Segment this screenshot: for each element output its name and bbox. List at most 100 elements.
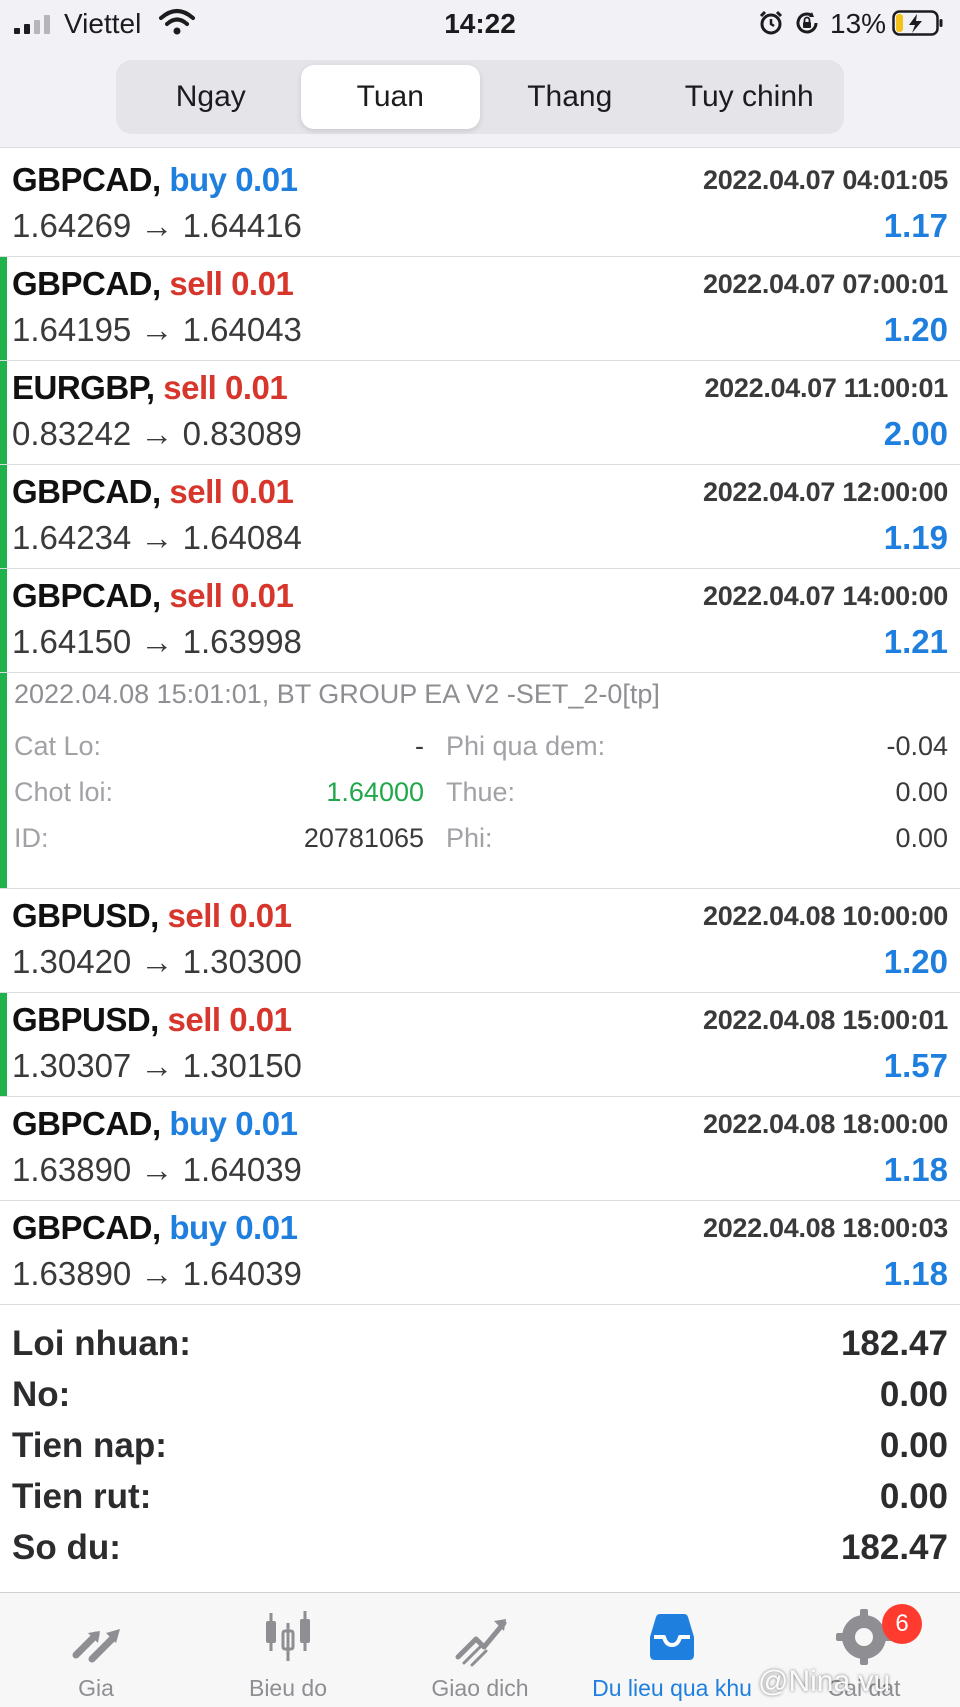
trade-title: GBPCAD, buy 0.01 (12, 1209, 298, 1247)
trade-side: sell 0.01 (167, 1001, 292, 1038)
summary-label: Loi nhuan: (12, 1324, 191, 1363)
trade-row[interactable]: GBPCAD, buy 0.01 2022.04.07 04:01:05 1.642… (0, 153, 960, 257)
summary-row: So du: 182.47 (0, 1524, 960, 1575)
tab-thang[interactable]: Thang (480, 65, 660, 129)
swap-value: -0.04 (886, 731, 948, 761)
trade-row[interactable]: GBPUSD, sell 0.01 2022.04.08 15:00:01 1.30… (0, 993, 960, 1097)
trade-row[interactable]: GBPCAD, sell 0.01 2022.04.07 12:00:00 1.64… (0, 465, 960, 569)
trade-row[interactable]: GBPCAD, buy 0.01 2022.04.08 18:00:00 1.638… (0, 1097, 960, 1201)
trade-time: 2022.04.08 18:00:03 (702, 1213, 948, 1243)
tab-tuy-chinh[interactable]: Tuy chinh (660, 65, 840, 129)
trade-title: GBPCAD, sell 0.01 (12, 473, 294, 511)
tab-ngay[interactable]: Ngay (121, 65, 301, 129)
tabbar-item-giao-dich[interactable]: Giao dich (384, 1593, 576, 1707)
trade-prices: 1.30307 → 1.30150 (12, 1047, 302, 1084)
trade-row[interactable]: EURGBP, sell 0.01 2022.04.07 11:00:01 0.83… (0, 361, 960, 465)
trade-symbol: GBPCAD, (12, 161, 161, 198)
tab-tuan[interactable]: Tuan (300, 65, 480, 129)
trade-details-panel: 2022.04.08 15:01:01, BT GROUP EA V2 -SET… (0, 673, 960, 889)
tabbar-item-bieu-do[interactable]: Bieu do (192, 1593, 384, 1707)
trade-time: 2022.04.08 18:00:00 (702, 1109, 948, 1139)
trade-row[interactable]: GBPCAD, sell 0.01 2022.04.07 14:00:00 1.64… (0, 569, 960, 673)
trade-row[interactable]: GBPUSD, sell 0.01 2022.04.08 10:00:00 1.30… (0, 889, 960, 993)
trade-prices: 1.64150 → 1.63998 (12, 623, 302, 660)
trade-time: 2022.04.07 07:00:01 (702, 269, 948, 299)
tabbar-item-gia[interactable]: Gia (0, 1593, 192, 1707)
take-profit-label: Chot loi: (14, 777, 114, 807)
trade-title: GBPCAD, buy 0.01 (12, 1105, 298, 1143)
battery-charging-icon (892, 10, 943, 36)
id-label: ID: (14, 823, 49, 853)
trade-time: 2022.04.07 12:00:00 (702, 477, 948, 507)
trade-row[interactable]: GBPCAD, buy 0.01 2022.04.08 18:00:03 1.638… (0, 1201, 960, 1305)
trade-prices: 1.30420 → 1.30300 (12, 943, 302, 980)
trade-profit: 1.21 (883, 623, 948, 660)
settings-badge: 6 (882, 1604, 922, 1644)
account-summary: Loi nhuan: 182.47 No: 0.00 Tien nap: 0.00 Tien… (0, 1320, 960, 1575)
trade-symbol: GBPCAD, (12, 473, 161, 510)
header: Ngay Tuan Thang Tuy chinh (0, 48, 960, 148)
summary-value: 182.47 (840, 1528, 948, 1567)
summary-value: 0.00 (879, 1375, 948, 1414)
trade-symbol: EURGBP, (12, 369, 155, 406)
trade-profit: 1.20 (883, 311, 948, 348)
trade-symbol: GBPCAD, (12, 577, 161, 614)
fee-value: 0.00 (895, 823, 948, 853)
trade-profit: 1.18 (883, 1255, 948, 1292)
trade-time: 2022.04.07 04:01:05 (702, 165, 948, 195)
trade-history-list: GBPCAD, buy 0.01 2022.04.07 04:01:05 1.642… (0, 153, 960, 1305)
stop-loss-value: - (415, 731, 424, 761)
trade-profit: 1.57 (883, 1047, 948, 1084)
id-value: 20781065 (303, 823, 424, 853)
summary-label: Tien nap: (12, 1426, 167, 1465)
trade-prices: 1.63890 → 1.64039 (12, 1151, 302, 1188)
trade-time: 2022.04.07 11:00:01 (704, 373, 948, 403)
trade-side: sell 0.01 (163, 369, 288, 406)
alarm-icon (759, 10, 783, 35)
battery-percent: 13% (830, 8, 887, 39)
trade-profit: 1.18 (883, 1151, 948, 1188)
fee-label: Phi: (446, 823, 493, 853)
tabbar-item-du-lieu-qua-khu[interactable]: Du lieu qua khu (576, 1593, 768, 1707)
trade-profit: 2.00 (883, 415, 948, 452)
tabbar-label: Gia (78, 1675, 114, 1701)
tabbar-label: Giao dich (431, 1675, 529, 1701)
summary-value: 0.00 (879, 1477, 948, 1516)
trade-side: sell 0.01 (169, 473, 294, 510)
trade-prices: 1.64234 → 1.64084 (12, 519, 302, 556)
take-profit-value: 1.64000 (326, 777, 424, 807)
trade-profit: 1.20 (883, 943, 948, 980)
trade-time: 2022.04.07 14:00:00 (702, 581, 948, 611)
summary-label: No: (12, 1375, 71, 1414)
trade-symbol: GBPCAD, (12, 1209, 161, 1246)
trade-side: sell 0.01 (169, 577, 294, 614)
candlestick-chart-icon (266, 1611, 310, 1661)
tabbar-label: Bieu do (248, 1675, 327, 1701)
trade-side: buy 0.01 (169, 1209, 298, 1246)
period-segmented-control: Ngay Tuan Thang Tuy chinh (116, 60, 844, 134)
summary-label: Tien rut: (12, 1477, 152, 1516)
tabbar-label: Du lieu qua khu (592, 1675, 752, 1701)
trade-chart-icon (455, 1619, 507, 1667)
orientation-lock-icon (796, 12, 818, 34)
trade-title: GBPCAD, buy 0.01 (12, 161, 298, 199)
tax-value: 0.00 (895, 777, 948, 807)
trade-symbol: GBPCAD, (12, 1105, 161, 1142)
trade-side: buy 0.01 (169, 161, 298, 198)
trade-side: sell 0.01 (169, 265, 294, 302)
summary-row: Tien rut: 0.00 (0, 1473, 960, 1524)
trade-title: EURGBP, sell 0.01 (12, 369, 288, 407)
trade-side: sell 0.01 (167, 897, 292, 934)
trade-comment: 2022.04.08 15:01:01, BT GROUP EA V2 -SET… (14, 679, 660, 709)
trade-title: GBPCAD, sell 0.01 (12, 577, 294, 615)
status-bar: Viettel 14:22 13% (0, 0, 960, 48)
trade-prices: 1.64195 → 1.64043 (12, 311, 302, 348)
history-inbox-icon (650, 1614, 694, 1660)
trade-time: 2022.04.08 15:00:01 (702, 1005, 948, 1035)
trade-side: buy 0.01 (169, 1105, 298, 1142)
trade-symbol: GBPUSD, (12, 1001, 159, 1038)
trade-title: GBPUSD, sell 0.01 (12, 897, 292, 935)
summary-value: 182.47 (840, 1324, 948, 1363)
summary-label: So du: (12, 1528, 121, 1567)
trade-row[interactable]: GBPCAD, sell 0.01 2022.04.07 07:00:01 1.64… (0, 257, 960, 361)
